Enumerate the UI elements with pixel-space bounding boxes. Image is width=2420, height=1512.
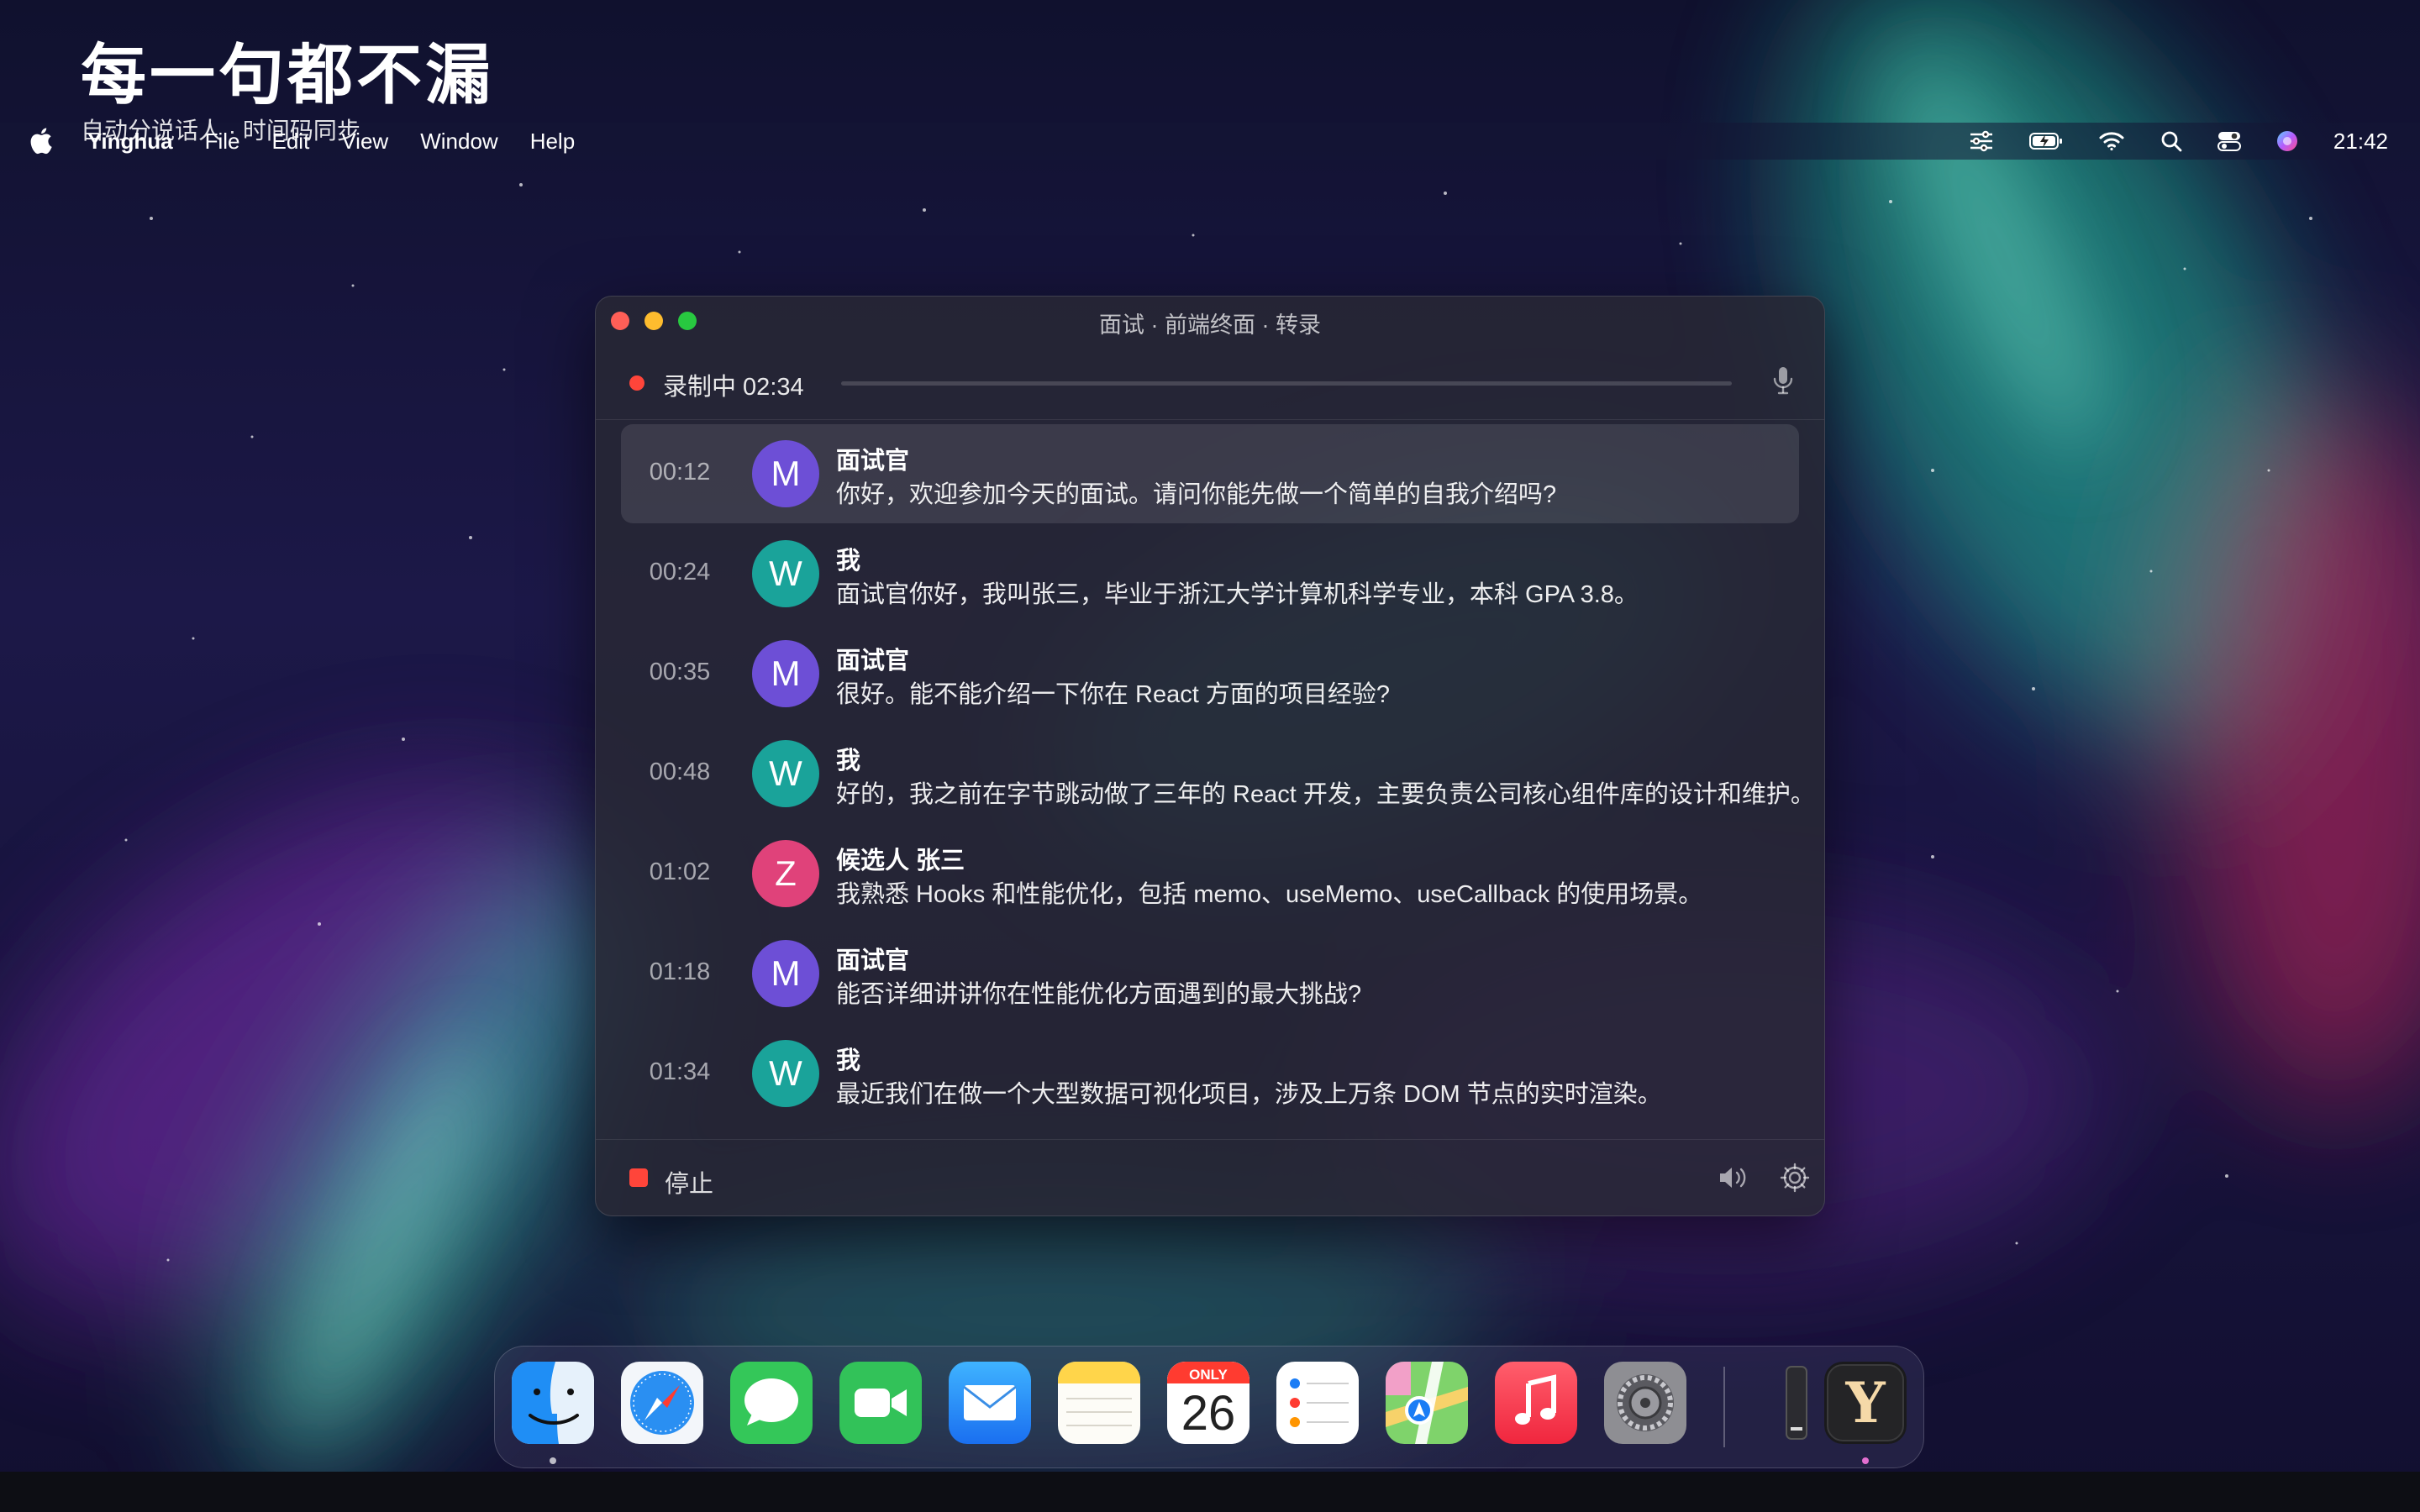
transcript-row[interactable]: 01:18 M 面试官 能否详细讲讲你在性能优化方面遇到的最大挑战?	[621, 924, 1799, 1023]
speaker-avatar: W	[752, 540, 819, 607]
row-timestamp[interactable]: 00:48	[621, 759, 739, 786]
menu-extras: 21:42	[1969, 123, 2388, 160]
apple-menu-icon[interactable]	[30, 127, 55, 155]
utterance-text: 最近我们在做一个大型数据可视化项目，涉及上万条 DOM 节点的实时渲染。	[836, 1081, 1662, 1108]
transcript-row[interactable]: 00:48 W 我 好的，我之前在字节跳动做了三年的 React 开发，主要负责…	[621, 724, 1815, 823]
speaker-name: 面试官	[836, 948, 910, 974]
siri-icon[interactable]	[2276, 130, 2298, 152]
transcript-row[interactable]: 00:12 M 面试官 你好，欢迎参加今天的面试。请问你能先做一个简单的自我介绍…	[621, 424, 1799, 523]
menu-clock[interactable]: 21:42	[2333, 129, 2388, 155]
screen-bottom-edge	[0, 1472, 2420, 1512]
recording-bar: 录制中 02:34	[596, 344, 1824, 420]
headline-title: 每一句都不漏	[81, 37, 495, 113]
settings-gear-icon[interactable]	[1779, 1162, 1811, 1198]
calendar-icon[interactable]: ONLY 26	[1167, 1362, 1249, 1444]
speaker-avatar: Z	[752, 840, 819, 907]
recording-level-track	[841, 381, 1732, 386]
utterance-text: 我熟悉 Hooks 和性能优化，包括 memo、useMemo、useCallb…	[836, 881, 1703, 908]
safari-icon[interactable]	[621, 1362, 703, 1444]
transcript-row[interactable]: 00:35 M 面试官 很好。能不能介绍一下你在 React 方面的项目经验?	[621, 624, 1799, 723]
row-timestamp[interactable]: 00:12	[621, 459, 739, 486]
row-timestamp[interactable]: 00:35	[621, 659, 739, 686]
speaker-name: 我	[836, 748, 861, 774]
recording-indicator-dot	[629, 375, 644, 391]
row-timestamp[interactable]: 00:24	[621, 559, 739, 586]
calendar-month-label: ONLY	[1189, 1367, 1228, 1383]
transcript-row[interactable]: 01:02 Z 候选人 张三 我熟悉 Hooks 和性能优化，包括 memo、u…	[621, 824, 1799, 923]
control-center-icon[interactable]	[2217, 131, 2241, 151]
spotlight-search-icon[interactable]	[2160, 130, 2182, 152]
calendar-day-label: 26	[1181, 1386, 1236, 1441]
promo-headline: 每一句都不漏 自动分说话人 · 时间码同步	[81, 35, 494, 146]
speaker-avatar: W	[752, 1040, 819, 1107]
speaker-name: 面试官	[836, 648, 910, 675]
utterance-text: 面试官你好，我叫张三，毕业于浙江大学计算机科学专业，本科 GPA 3.8。	[836, 581, 1639, 608]
speaker-avatar: W	[752, 740, 819, 807]
dock-separator	[1723, 1367, 1725, 1447]
yinghua-app-icon[interactable]: Y	[1824, 1362, 1907, 1444]
window-footer: 停止	[596, 1139, 1824, 1215]
speaker-name: 我	[836, 548, 861, 575]
yinghua-app-letter: Y	[1845, 1370, 1886, 1436]
music-icon[interactable]	[1495, 1362, 1577, 1444]
speaker-avatar: M	[752, 640, 819, 707]
yinghua-running-dot	[1862, 1457, 1869, 1464]
row-timestamp[interactable]: 01:34	[621, 1058, 739, 1086]
recording-status: 录制中 02:34	[663, 374, 804, 401]
sliders-icon[interactable]	[1969, 130, 1994, 152]
facetime-icon[interactable]	[839, 1362, 922, 1444]
row-timestamp[interactable]: 01:02	[621, 858, 739, 886]
system-settings-icon[interactable]	[1604, 1362, 1686, 1444]
wifi-icon[interactable]	[2098, 131, 2125, 151]
transcript-list[interactable]: 00:12 M 面试官 你好，欢迎参加今天的面试。请问你能先做一个简单的自我介绍…	[596, 419, 1824, 1143]
utterance-text: 能否详细讲讲你在性能优化方面遇到的最大挑战?	[836, 981, 1362, 1008]
window-title: 面试 · 前端终面 · 转录	[1099, 312, 1321, 338]
transcript-row[interactable]: 00:24 W 我 面试官你好，我叫张三，毕业于浙江大学计算机科学专业，本科 G…	[621, 524, 1799, 623]
finder-running-dot	[550, 1457, 556, 1464]
microphone-icon[interactable]	[1772, 365, 1794, 400]
reminders-icon[interactable]	[1276, 1362, 1359, 1444]
transcript-window: 面试 · 前端终面 · 转录 录制中 02:34 00:12 M 面试官 你好，…	[595, 296, 1825, 1216]
headline-subtitle: 自动分说话人 · 时间码同步	[81, 118, 360, 144]
transcript-row[interactable]: 01:34 W 我 最近我们在做一个大型数据可视化项目，涉及上万条 DOM 节点…	[621, 1024, 1799, 1123]
utterance-text: 好的，我之前在字节跳动做了三年的 React 开发，主要负责公司核心组件库的设计…	[836, 781, 1815, 808]
notes-icon[interactable]	[1058, 1362, 1140, 1444]
row-timestamp[interactable]: 01:18	[621, 958, 739, 986]
speaker-avatar: M	[752, 940, 819, 1007]
battery-charging-icon[interactable]	[2028, 131, 2063, 151]
utterance-text: 很好。能不能介绍一下你在 React 方面的项目经验?	[836, 681, 1391, 708]
speaker-name: 我	[836, 1047, 861, 1074]
speaker-avatar: M	[752, 440, 819, 507]
speaker-name: 面试官	[836, 448, 910, 475]
mail-icon[interactable]	[949, 1362, 1031, 1444]
stop-icon[interactable]	[629, 1168, 648, 1187]
window-titlebar[interactable]: 面试 · 前端终面 · 转录	[596, 297, 1824, 344]
speaker-name: 候选人 张三	[836, 848, 965, 874]
messages-icon[interactable]	[730, 1362, 813, 1444]
menu-help[interactable]: Help	[530, 129, 575, 155]
speaker-volume-icon[interactable]	[1717, 1163, 1750, 1196]
finder-icon[interactable]	[512, 1362, 594, 1444]
stop-button[interactable]: 停止	[665, 1164, 713, 1200]
dock: ONLY 26 Y	[494, 1346, 1924, 1468]
maps-icon[interactable]	[1386, 1362, 1468, 1444]
utterance-text: 你好，欢迎参加今天的面试。请问你能先做一个简单的自我介绍吗?	[836, 481, 1557, 508]
